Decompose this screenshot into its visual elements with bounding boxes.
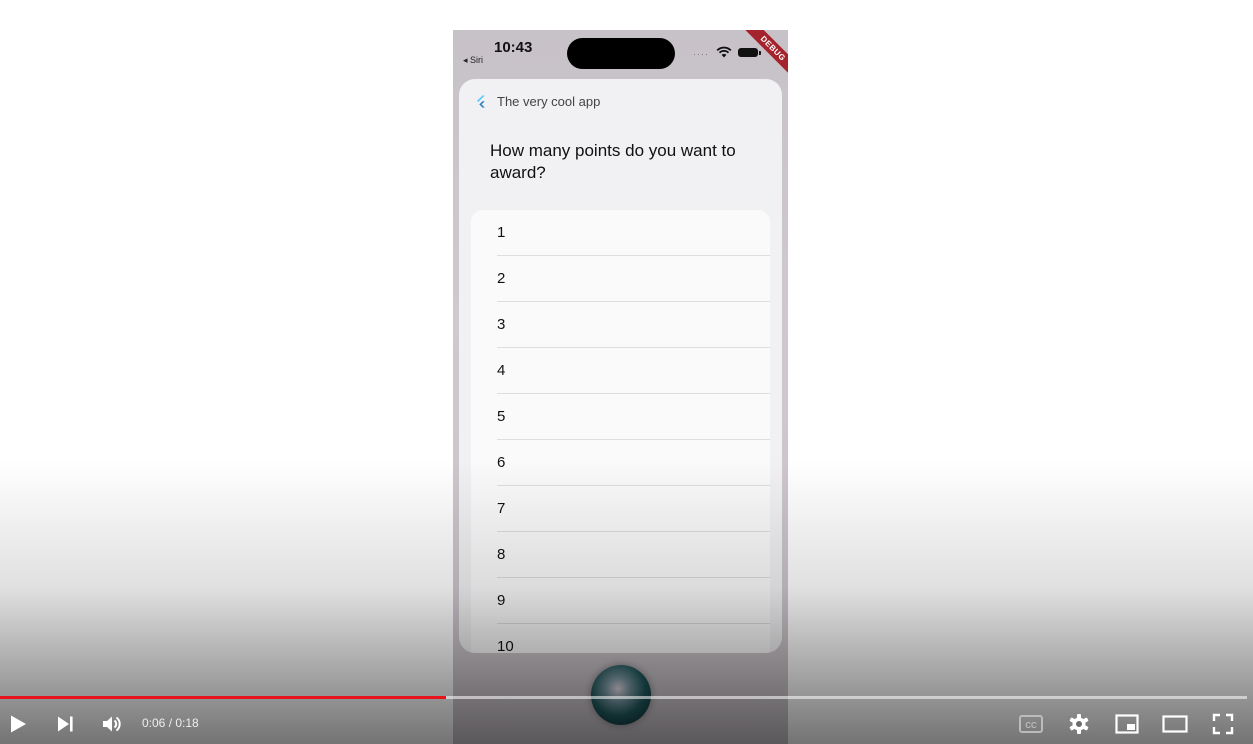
- volume-button[interactable]: [98, 709, 126, 739]
- option-item[interactable]: 4: [497, 348, 770, 394]
- time-display: 0:06 / 0:18: [142, 716, 199, 730]
- status-time: 10:43: [494, 39, 533, 56]
- captions-button[interactable]: CC: [1016, 709, 1046, 739]
- next-button[interactable]: [51, 709, 79, 739]
- siri-intent-card: The very cool app How many points do you…: [459, 79, 782, 653]
- progress-bar[interactable]: [0, 696, 1247, 699]
- option-item[interactable]: 3: [497, 302, 770, 348]
- dynamic-island: [567, 38, 675, 69]
- option-item[interactable]: 10: [497, 624, 770, 653]
- fullscreen-button[interactable]: [1208, 709, 1238, 739]
- volume-icon: [103, 716, 121, 732]
- wifi-icon: [716, 46, 732, 58]
- siri-orb-icon[interactable]: [591, 665, 651, 725]
- captions-icon: CC: [1019, 715, 1043, 733]
- option-item[interactable]: 5: [497, 394, 770, 440]
- option-item[interactable]: 1: [497, 210, 770, 256]
- battery-icon: [738, 48, 761, 57]
- option-item[interactable]: 8: [497, 532, 770, 578]
- points-options-list: 1 2 3 4 5 6 7 8 9 10: [471, 210, 770, 653]
- signal-icon: ····: [693, 49, 709, 59]
- svg-text:CC: CC: [1025, 721, 1037, 730]
- play-icon: [11, 715, 26, 733]
- prompt-question: How many points do you want to award?: [490, 141, 736, 182]
- phone-screen: 10:43 ◂ Siri ···· DEBUG The very cool ap…: [453, 30, 788, 744]
- option-item[interactable]: 9: [497, 578, 770, 624]
- app-header: The very cool app: [474, 94, 600, 109]
- play-button[interactable]: [4, 709, 32, 739]
- settings-button[interactable]: [1064, 709, 1094, 739]
- progress-played: [0, 696, 447, 699]
- option-item[interactable]: 7: [497, 486, 770, 532]
- flutter-logo-icon: [477, 95, 485, 108]
- option-item[interactable]: 6: [497, 440, 770, 486]
- back-to-siri-link[interactable]: ◂ Siri: [463, 55, 483, 66]
- option-item[interactable]: 2: [497, 256, 770, 302]
- theater-icon: [1162, 715, 1188, 733]
- miniplayer-icon: [1115, 714, 1139, 734]
- fullscreen-icon: [1212, 713, 1234, 735]
- app-name: The very cool app: [497, 94, 601, 109]
- gear-icon: [1069, 714, 1089, 734]
- theater-mode-button[interactable]: [1159, 709, 1191, 739]
- miniplayer-button[interactable]: [1112, 709, 1142, 739]
- next-icon: [58, 716, 73, 732]
